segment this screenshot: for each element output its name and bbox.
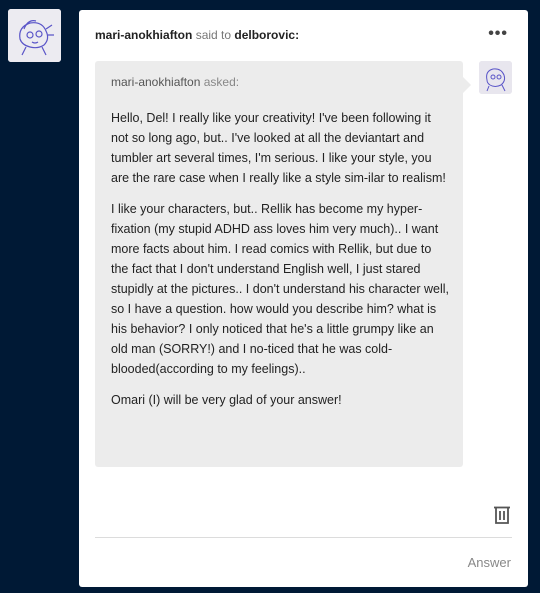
asker-link[interactable]: mari-anokhiafton bbox=[111, 75, 200, 89]
ask-paragraph: Hello, Del! I really like your creativit… bbox=[111, 111, 446, 185]
reblogger-link[interactable]: mari-anokhiafton bbox=[95, 28, 192, 42]
ask-paragraph: Omari (I) will be very glad of your answ… bbox=[111, 393, 342, 407]
asker-line: mari-anokhiafton asked: bbox=[111, 75, 239, 89]
trash-icon[interactable] bbox=[493, 505, 511, 525]
asker-avatar[interactable] bbox=[479, 61, 512, 94]
ask-paragraph: I like your characters, but.. Rellik has… bbox=[111, 202, 449, 376]
post-card: mari-anokhiafton said to delborovic: •••… bbox=[79, 10, 528, 587]
more-icon[interactable]: ••• bbox=[488, 26, 508, 42]
ask-text: Hello, Del! I really like your creativit… bbox=[111, 108, 451, 421]
recipient-link[interactable]: delborovic: bbox=[234, 28, 299, 42]
sender-avatar[interactable] bbox=[8, 9, 61, 62]
answer-button[interactable]: Answer bbox=[468, 555, 511, 570]
footer-divider bbox=[95, 537, 512, 538]
said-to-label: said to bbox=[195, 28, 232, 42]
ask-bubble: mari-anokhiafton asked: Hello, Del! I re… bbox=[95, 61, 471, 467]
post-header: mari-anokhiafton said to delborovic: bbox=[95, 28, 512, 42]
asked-label: asked: bbox=[203, 75, 240, 89]
